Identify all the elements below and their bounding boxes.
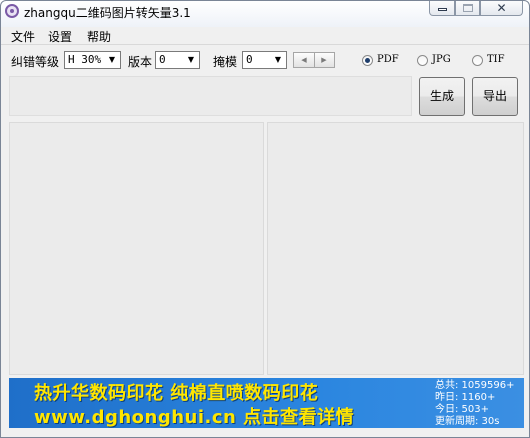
ad-line-2[interactable]: www.dghonghui.cn 点击查看详情 (34, 403, 354, 428)
triangle-left-icon[interactable]: ◀ (294, 53, 315, 67)
version-select[interactable]: 0 ▼ (155, 51, 200, 69)
radio-pdf[interactable] (362, 55, 373, 66)
page-spin-control[interactable]: ◀ ▶ (293, 52, 335, 68)
mask-select[interactable]: 0 ▼ (242, 51, 287, 69)
export-button[interactable]: 导出 (472, 77, 518, 116)
mask-select-value: 0 (246, 53, 253, 66)
maximize-button[interactable] (455, 1, 480, 16)
stat-yesterday: 昨日: 1160+ (435, 392, 496, 403)
radio-tif-label: TIF (487, 54, 505, 65)
qr-preview-panel (9, 122, 264, 375)
stat-total: 总共: 1059596+ (435, 380, 515, 391)
app-icon (5, 4, 19, 18)
title-bar[interactable]: zhangqu二维码图片转矢量3.1 ✕ (1, 1, 529, 23)
chevron-down-icon: ▼ (187, 55, 195, 64)
close-button[interactable]: ✕ (480, 1, 523, 16)
generate-button[interactable]: 生成 (419, 77, 465, 116)
menu-help[interactable]: 帮助 (87, 28, 111, 45)
minimize-icon (438, 8, 447, 11)
stat-update-period: 更新周期: 30s (435, 416, 500, 427)
radio-jpg[interactable] (417, 55, 428, 66)
minimize-button[interactable] (429, 1, 455, 16)
stat-today: 今日: 503+ (435, 404, 490, 415)
version-select-value: 0 (159, 53, 166, 66)
app-window: zhangqu二维码图片转矢量3.1 ✕ 文件 设置 帮助 纠错等级 H 30%… (0, 0, 530, 438)
close-icon: ✕ (496, 1, 507, 15)
maximize-icon (463, 4, 473, 12)
menu-settings[interactable]: 设置 (48, 28, 72, 45)
radio-pdf-label: PDF (377, 54, 399, 65)
ecc-select-value: H 30% (68, 53, 102, 66)
vector-preview-panel (267, 122, 524, 375)
triangle-right-icon[interactable]: ▶ (314, 53, 334, 67)
menu-bar: 文件 设置 帮助 (1, 27, 529, 45)
chevron-down-icon: ▼ (274, 55, 282, 64)
ad-line-1[interactable]: 热升华数码印花 纯棉直喷数码印花 (34, 379, 318, 405)
radio-tif[interactable] (472, 55, 483, 66)
menu-file[interactable]: 文件 (11, 28, 35, 45)
radio-jpg-label: JPG (432, 54, 451, 65)
ecc-label: 纠错等级 (11, 55, 60, 69)
ecc-select[interactable]: H 30% ▼ (64, 51, 121, 69)
version-label: 版本 (128, 55, 153, 69)
chevron-down-icon: ▼ (108, 55, 116, 64)
content-text-input[interactable] (9, 76, 412, 116)
ad-banner[interactable]: 热升华数码印花 纯棉直喷数码印花 www.dghonghui.cn 点击查看详情… (9, 378, 524, 428)
mask-label: 掩模 (213, 55, 238, 69)
window-title: zhangqu二维码图片转矢量3.1 (24, 6, 191, 20)
